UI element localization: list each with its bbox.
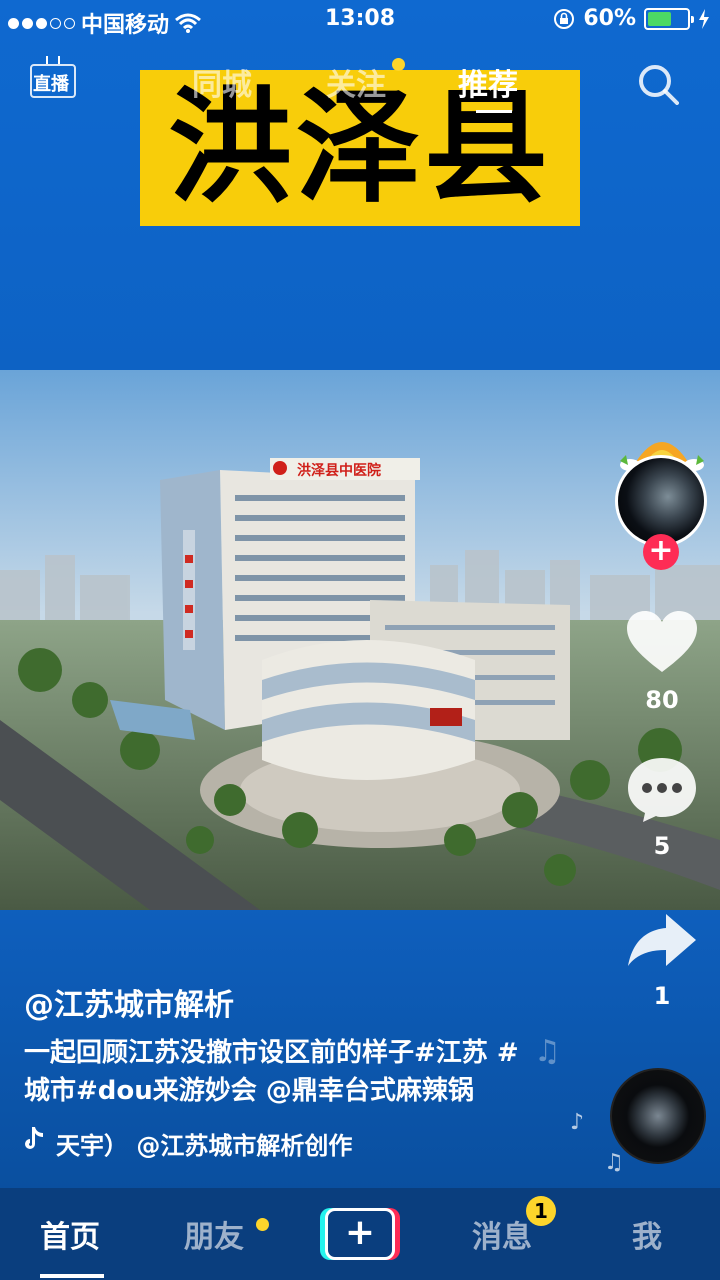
charging-icon <box>699 8 709 29</box>
tv-icon <box>46 56 60 64</box>
comment-icon <box>628 758 696 822</box>
music-title: 天宇） @江苏城市解析创作 <box>56 1132 353 1160</box>
share-button[interactable]: 1 <box>612 912 712 1010</box>
video-description: 一起回顾江苏没撤市设区前的样子#江苏 #城市#dou来游妙会 @鼎幸台式麻辣锅 <box>24 1038 519 1106</box>
floating-note-icon: ♫ <box>534 1034 561 1069</box>
plus-icon: + <box>325 1208 395 1260</box>
tab-messages[interactable]: 消息 <box>472 1212 532 1256</box>
share-count: 1 <box>653 982 671 1010</box>
create-video-button[interactable]: + <box>320 1208 400 1260</box>
top-navigation: 直播 同城 关注 推荐 <box>0 50 720 120</box>
live-button[interactable]: 直播 <box>30 56 78 100</box>
search-icon[interactable] <box>636 62 682 108</box>
bottom-tab-bar: 首页 朋友 + 消息 1 我 <box>0 1188 720 1280</box>
friends-new-dot <box>256 1218 269 1231</box>
battery-icon <box>644 7 694 30</box>
comment-count: 5 <box>653 832 671 860</box>
like-count: 80 <box>645 686 679 714</box>
tab-friends[interactable]: 朋友 <box>184 1212 244 1256</box>
tab-me[interactable]: 我 <box>632 1212 662 1256</box>
like-button[interactable]: 80 <box>612 610 712 714</box>
status-bar: 中国移动 13:08 60% <box>0 0 720 40</box>
tab-home[interactable]: 首页 <box>40 1212 100 1256</box>
tab-following[interactable]: 关注 <box>326 60 386 104</box>
music-disc[interactable] <box>610 1068 706 1164</box>
rotation-lock-icon <box>554 8 575 29</box>
tab-recommended[interactable]: 推荐 <box>458 60 518 104</box>
floating-note-icon: ♫ <box>604 1150 624 1175</box>
author-name[interactable]: @江苏城市解析 <box>24 980 234 1024</box>
author-avatar-wrap[interactable]: + <box>612 425 712 570</box>
tab-local[interactable]: 同城 <box>192 60 252 104</box>
home-tab-indicator <box>40 1274 104 1278</box>
messages-badge: 1 <box>526 1196 556 1226</box>
comment-button[interactable]: 5 <box>612 756 712 860</box>
floating-note-icon: ♪ <box>570 1110 585 1135</box>
share-arrow-icon <box>628 914 696 966</box>
building-sign: 洪泽县中医院 <box>297 462 381 479</box>
heart-icon <box>627 611 697 672</box>
following-new-dot <box>392 58 405 71</box>
music-ticker[interactable]: 天宇） @江苏城市解析创作 <box>24 1126 414 1161</box>
active-tab-indicator <box>476 110 512 113</box>
tiktok-note-icon <box>25 1127 43 1149</box>
follow-plus-button[interactable]: + <box>643 534 679 570</box>
battery-percent: 60% <box>583 6 636 31</box>
